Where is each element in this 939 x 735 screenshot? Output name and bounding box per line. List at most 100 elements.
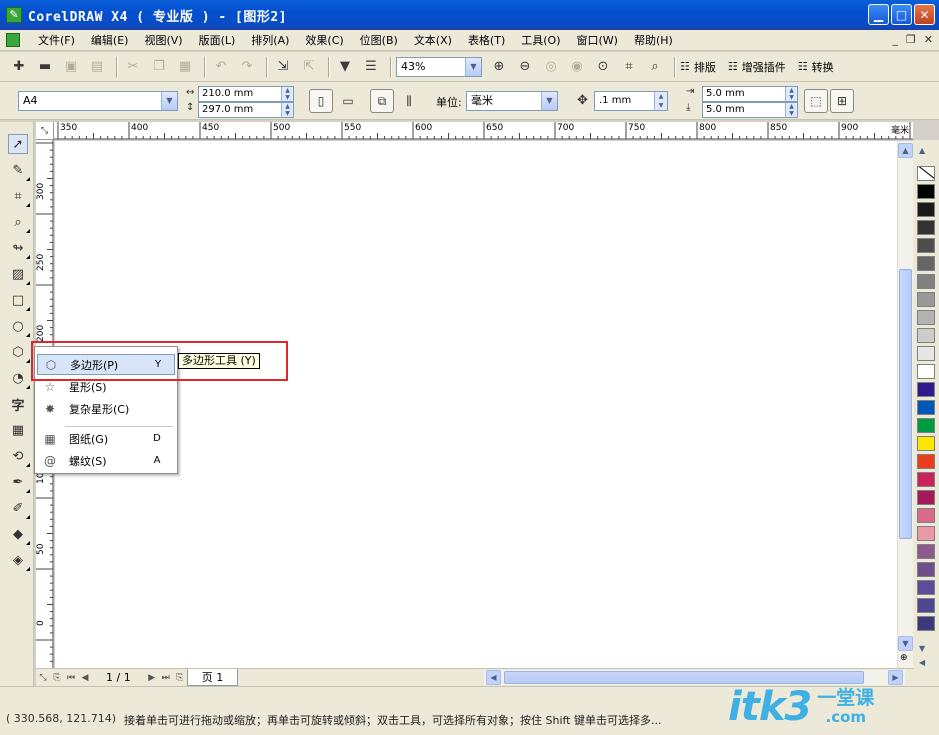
color-swatch[interactable] — [917, 436, 935, 451]
unit-combo[interactable]: 毫米 ▼ — [466, 91, 558, 111]
landscape-button[interactable]: ▭ — [336, 89, 360, 113]
menu-layout[interactable]: 版面(L) — [191, 32, 244, 48]
color-swatch[interactable] — [917, 202, 935, 217]
copy-icon[interactable]: ❐ — [148, 56, 170, 78]
outline-tool-icon[interactable]: ✐ — [8, 498, 30, 519]
convert-plugin-button[interactable]: ☷ 转换 — [798, 59, 834, 75]
zoom-tool-icon[interactable]: ⌕ — [8, 212, 30, 233]
menu-table[interactable]: 表格(T) — [460, 32, 513, 48]
first-page-icon[interactable]: ⏮ — [64, 673, 78, 683]
flyout-item-complex-star[interactable]: ✸ 复杂星形(C) — [37, 398, 175, 419]
color-swatch[interactable] — [917, 346, 935, 361]
zoom-level-combo[interactable]: 43% ▼ — [396, 56, 482, 77]
import-icon[interactable]: ⇲ — [272, 56, 294, 78]
navigator-icon[interactable]: ⊕ — [900, 653, 908, 663]
color-swatch[interactable] — [917, 310, 935, 325]
text-tool-icon[interactable]: 字 — [8, 394, 28, 414]
menu-text[interactable]: 文本(X) — [406, 32, 460, 48]
zoom-height-icon[interactable]: ⌕ — [644, 56, 666, 78]
menu-file[interactable]: 文件(F) — [30, 32, 83, 48]
menu-arrange[interactable]: 排列(A) — [243, 32, 297, 48]
palette-scroll-up-icon[interactable]: ▲ — [919, 146, 925, 155]
coreldraw-app-icon[interactable]: ✎ — [6, 7, 22, 23]
enhance-plugin-button[interactable]: ☷ 增强插件 — [728, 59, 786, 75]
menu-effects[interactable]: 效果(C) — [297, 32, 351, 48]
last-page-icon[interactable]: ⏭ — [159, 673, 173, 683]
duplicate-y-field[interactable]: 5.0 mm ▲ ▼ — [702, 102, 798, 118]
chevron-down-icon[interactable]: ▼ — [161, 92, 177, 110]
layout-plugin-button[interactable]: ☷ 排版 — [680, 59, 716, 75]
doc-restore-icon[interactable]: ❐ — [906, 33, 916, 46]
new-document-icon[interactable]: ✚ — [8, 56, 30, 78]
scroll-up-icon[interactable]: ▲ — [898, 143, 913, 158]
color-swatch[interactable] — [917, 184, 935, 199]
color-swatch[interactable] — [917, 472, 935, 487]
pick-tool-icon[interactable]: ➚ — [8, 134, 28, 154]
chevron-down-icon[interactable]: ▼ — [541, 92, 557, 110]
zoom-in-icon[interactable]: ⊕ — [488, 56, 510, 78]
interactive-fill-tool-icon[interactable]: ◈ — [8, 550, 30, 571]
eyedropper-tool-icon[interactable]: ✒ — [8, 472, 30, 493]
menu-edit[interactable]: 编辑(E) — [83, 32, 137, 48]
page-width-field[interactable]: 210.0 mm ▲ ▼ — [198, 86, 294, 102]
print-icon[interactable]: ▤ — [86, 56, 108, 78]
color-swatch[interactable] — [917, 544, 935, 559]
menu-window[interactable]: 窗口(W) — [569, 32, 626, 48]
undo-icon[interactable]: ↶ — [210, 56, 232, 78]
color-swatch[interactable] — [917, 418, 935, 433]
zoom-out-icon[interactable]: ⊖ — [514, 56, 536, 78]
color-swatch[interactable] — [917, 526, 935, 541]
ruler-origin-icon[interactable]: ⤡ — [36, 122, 54, 140]
flyout-item-graph-paper[interactable]: ▦ 图纸(G) D — [37, 428, 175, 449]
nudge-distance-field[interactable]: .1 mm ▲ ▼ — [594, 91, 668, 111]
portrait-button[interactable]: ▯ — [309, 89, 333, 113]
color-swatch[interactable] — [917, 598, 935, 613]
color-swatch[interactable] — [917, 220, 935, 235]
paper-size-combo[interactable]: A4 ▼ — [18, 91, 178, 111]
treat-as-filled-button[interactable]: ⬚ — [804, 89, 828, 113]
fill-tool-icon[interactable]: ◆ — [8, 524, 30, 545]
ellipse-tool-icon[interactable]: ○ — [8, 316, 30, 337]
vertical-scroll-thumb[interactable] — [899, 269, 912, 539]
interactive-blend-tool-icon[interactable]: ⟲ — [8, 446, 30, 467]
close-button[interactable]: ✕ — [914, 4, 935, 25]
cut-icon[interactable]: ✂ — [122, 56, 144, 78]
scroll-right-icon[interactable]: ▶ — [888, 670, 903, 685]
maximize-button[interactable]: □ — [891, 4, 912, 25]
page-height-field[interactable]: 297.0 mm ▲ ▼ — [198, 102, 294, 118]
color-swatch[interactable] — [917, 580, 935, 595]
no-fill-swatch[interactable] — [917, 166, 935, 181]
color-swatch[interactable] — [917, 274, 935, 289]
crop-tool-icon[interactable]: ⌗ — [8, 186, 30, 207]
color-swatch[interactable] — [917, 490, 935, 505]
document-navigator-icon[interactable]: ⤡ — [36, 673, 50, 683]
width-spinner[interactable]: ▲ ▼ — [281, 87, 293, 101]
nudge-spinner[interactable]: ▲ ▼ — [654, 92, 667, 110]
previous-page-icon[interactable]: ◀ — [78, 673, 92, 683]
color-swatch[interactable] — [917, 238, 935, 253]
horizontal-ruler[interactable]: 350 400 450 500 550 600 650 700 750 800 … — [36, 122, 913, 140]
color-swatch[interactable] — [917, 562, 935, 577]
color-swatch[interactable] — [917, 364, 935, 379]
application-launcher-icon[interactable]: ▼ — [334, 56, 356, 78]
menu-bitmaps[interactable]: 位图(B) — [352, 32, 406, 48]
welcome-screen-icon[interactable]: ☰ — [360, 56, 382, 78]
vertical-scrollbar[interactable]: ▲ ▼ ⊕ — [897, 141, 913, 668]
save-icon[interactable]: ▣ — [60, 56, 82, 78]
zoom-width-icon[interactable]: ⌗ — [618, 56, 640, 78]
table-tool-icon[interactable]: ▦ — [8, 420, 28, 440]
next-page-icon[interactable]: ▶ — [145, 673, 159, 683]
polygon-tool-icon[interactable]: ⬡ — [8, 342, 30, 363]
color-swatch[interactable] — [917, 616, 935, 631]
rectangle-tool-icon[interactable]: □ — [8, 290, 30, 311]
menu-help[interactable]: 帮助(H) — [626, 32, 681, 48]
chevron-down-icon[interactable]: ▼ — [465, 57, 481, 76]
color-swatch[interactable] — [917, 400, 935, 415]
add-page-after-icon[interactable]: ⎘ — [173, 673, 187, 683]
paste-icon[interactable]: ▦ — [174, 56, 196, 78]
duplicate-y-spinner[interactable]: ▲ ▼ — [785, 103, 797, 117]
scroll-down-icon[interactable]: ▼ — [898, 636, 913, 651]
current-page-button[interactable]: ⫼ — [397, 89, 421, 113]
color-swatch[interactable] — [917, 454, 935, 469]
zoom-selected-icon[interactable]: ◎ — [540, 56, 562, 78]
